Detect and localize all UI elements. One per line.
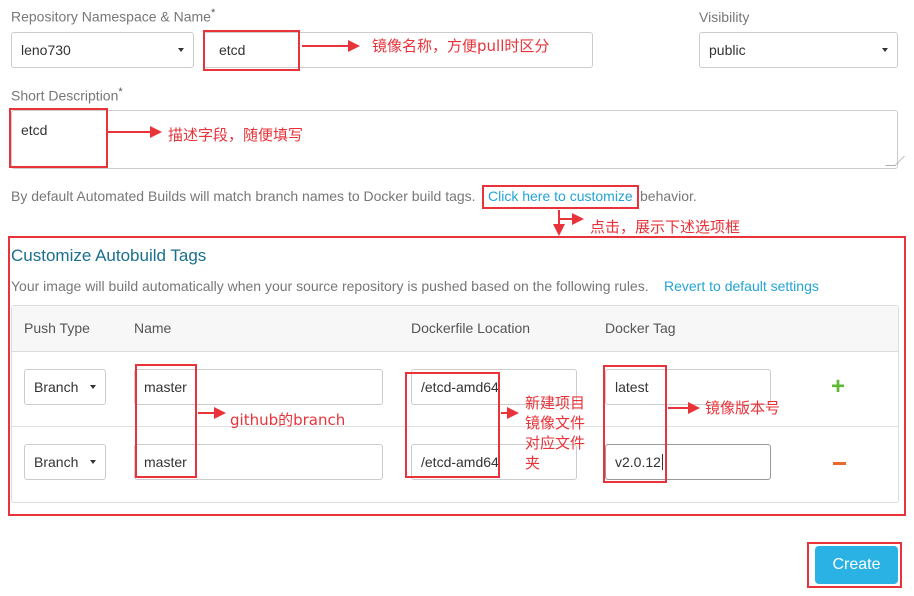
arrow-click-head [553,224,565,236]
arrow-tag [668,402,700,414]
visibility-select[interactable]: public [699,32,898,68]
arrow-repo-name [302,40,360,52]
repo-label: Repository Namespace & Name* [11,7,216,25]
annotation-tag: 镜像版本号 [705,399,781,417]
push-type-select[interactable]: Branch [24,369,106,405]
header-push-type: Push Type [24,320,90,336]
revert-link[interactable]: Revert to default settings [664,278,819,294]
arrow-click [560,213,584,225]
default-builds-after: behavior. [640,188,697,204]
highlight-description [9,108,108,168]
highlight-location-column [405,372,500,478]
annotation-repo-name: 镜像名称，方便pull时区分 [372,37,550,55]
arrow-location [501,407,519,419]
default-builds-text: By default Automated Builds will match b… [11,188,476,204]
autobuild-desc: Your image will build automatically when… [11,278,649,294]
annotation-branch: github的branch [230,411,346,429]
description-textarea[interactable]: etcd [11,110,898,169]
highlight-name-column [135,364,197,478]
header-tag: Docker Tag [605,320,676,336]
highlight-tag-column [603,365,667,483]
highlight-customize [482,185,639,209]
remove-row-button[interactable] [830,452,850,472]
create-button[interactable]: Create [815,546,898,584]
autobuild-title: Customize Autobuild Tags [11,246,207,265]
arrow-branch [198,407,226,419]
annotation-description: 描述字段，随便填写 [168,126,304,144]
add-row-button[interactable]: + [831,373,845,401]
description-label: Short Description* [11,86,123,104]
namespace-select[interactable]: leno730 [11,32,194,68]
chevron-down-icon [178,48,184,52]
annotation-location-1: 新建项目 [525,394,586,412]
arrow-description [108,126,162,138]
visibility-value: public [709,42,746,58]
push-type-select[interactable]: Branch [24,444,106,480]
arrow-click-stem [558,210,560,224]
push-type-value: Branch [34,454,79,470]
header-name: Name [134,320,172,336]
chevron-down-icon [90,385,96,389]
chevron-down-icon [882,48,888,52]
annotation-location-2: 镜像文件 [525,414,586,432]
annotation-location-4: 夹 [525,454,541,472]
highlight-repo-name [203,30,300,71]
chevron-down-icon [90,460,96,464]
minus-icon [833,462,846,465]
namespace-value: leno730 [21,42,71,58]
visibility-label: Visibility [699,9,750,25]
push-type-value: Branch [34,379,79,395]
header-location: Dockerfile Location [411,320,531,336]
annotation-click: 点击，展示下述选项框 [590,218,741,236]
annotation-location-3: 对应文件 [525,434,586,452]
